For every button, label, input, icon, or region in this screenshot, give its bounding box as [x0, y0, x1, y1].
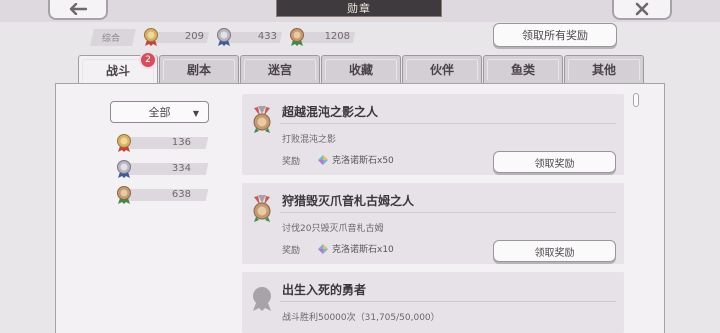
silver-medal-icon — [117, 160, 131, 178]
summary-label: 综合 — [90, 28, 136, 46]
stat-gold-count: 136 — [171, 137, 191, 148]
stat-gold: 136 — [115, 134, 209, 152]
bronze-medal-icon — [253, 195, 271, 222]
tab-fish[interactable]: 鱼类 — [483, 55, 563, 83]
achievement-description: 讨伐20只毁灭爪音札古姆 — [282, 224, 384, 234]
claim-reward-button[interactable]: 领取奖励 — [493, 151, 616, 173]
tab-maze[interactable]: 迷宫 — [240, 55, 320, 83]
claim-reward-button[interactable]: 领取奖励 — [493, 240, 616, 262]
summary-silver-count: 433 — [257, 31, 278, 42]
stat-silver: 334 — [115, 160, 209, 178]
achievement-title: 出生入死的勇者 — [282, 283, 367, 297]
achievement-card: 出生入死的勇者 战斗胜利50000次（31,705/50,000） — [242, 272, 624, 333]
reward-item: 克洛诺斯石x50 — [318, 153, 394, 166]
close-button[interactable] — [612, 0, 672, 20]
chronos-stone-icon — [318, 154, 328, 165]
achievement-card: 狩猎毁灭爪音札古姆之人 讨伐20只毁灭爪音札古姆 奖励 克洛诺斯石x10 领取奖… — [242, 183, 624, 264]
bronze-medal-icon — [117, 186, 131, 204]
tab-script[interactable]: 剧本 — [159, 55, 239, 83]
filter-dropdown[interactable]: 全部 ▼ — [110, 101, 209, 123]
reward-text: 克洛诺斯石x10 — [332, 245, 394, 255]
tab-collection[interactable]: 收藏 — [321, 55, 401, 83]
silver-medal-icon — [217, 28, 232, 46]
chevron-down-icon: ▼ — [192, 109, 199, 118]
stat-bronze-count: 638 — [171, 189, 191, 200]
filter-value: 全部 — [148, 106, 171, 119]
summary-gold-count: 209 — [184, 31, 205, 42]
reward-label: 奖励 — [282, 246, 301, 256]
summary-silver: 433 — [215, 28, 283, 46]
list-scrollbar[interactable] — [633, 93, 639, 107]
claim-all-button[interactable]: 领取所有奖励 — [493, 23, 617, 47]
stat-bronze: 638 — [115, 186, 209, 204]
back-button[interactable] — [48, 0, 108, 20]
summary-gold: 209 — [142, 28, 210, 46]
achievement-title: 狩猎毁灭爪音札古姆之人 — [282, 194, 415, 208]
notification-badge: 2 — [139, 51, 157, 69]
gold-medal-icon — [117, 134, 131, 152]
chronos-stone-icon — [318, 243, 328, 254]
locked-medal-icon — [253, 287, 271, 311]
page-title: 勋章 — [276, 0, 442, 17]
gold-medal-icon — [144, 28, 159, 46]
bronze-medal-icon — [290, 28, 305, 46]
reward-item: 克洛诺斯石x10 — [318, 242, 394, 255]
reward-label: 奖励 — [282, 157, 301, 167]
stat-silver-count: 334 — [171, 163, 191, 174]
achievement-description: 战斗胜利50000次（31,705/50,000） — [282, 313, 440, 323]
achievement-description: 打败混沌之影 — [282, 135, 337, 145]
bronze-medal-icon — [253, 106, 271, 133]
back-arrow-icon — [69, 3, 87, 15]
achievement-title: 超越混沌之影之人 — [282, 105, 379, 119]
tab-other[interactable]: 其他 — [564, 55, 644, 83]
page-title-text: 勋章 — [347, 2, 371, 15]
reward-text: 克洛诺斯石x50 — [332, 156, 394, 166]
tab-companion[interactable]: 伙伴 — [402, 55, 482, 83]
medal-summary: 综合 209 433 1208 — [90, 28, 361, 46]
achievement-card: 超越混沌之影之人 打败混沌之影 奖励 克洛诺斯石x50 领取奖励 — [242, 94, 624, 175]
close-icon — [635, 2, 649, 16]
summary-bronze-count: 1208 — [324, 31, 351, 42]
summary-bronze: 1208 — [288, 28, 356, 46]
